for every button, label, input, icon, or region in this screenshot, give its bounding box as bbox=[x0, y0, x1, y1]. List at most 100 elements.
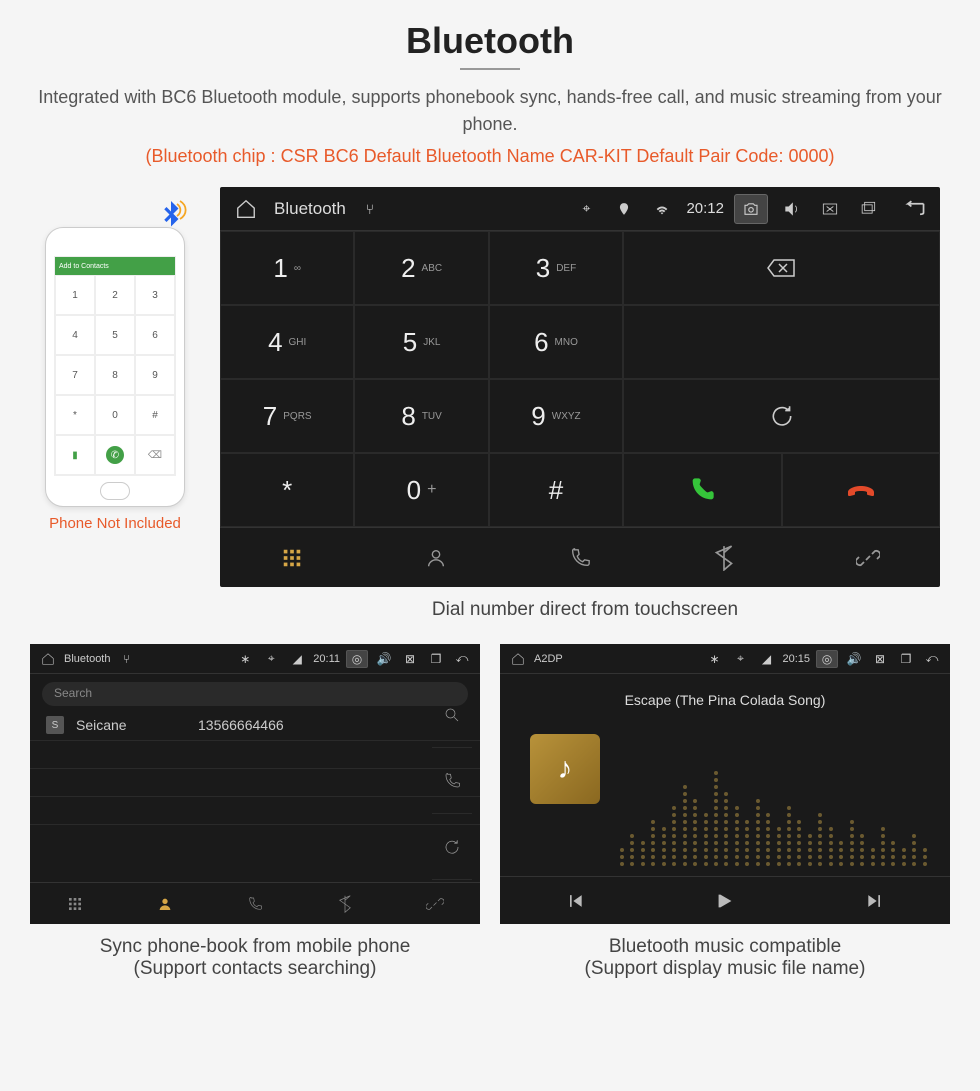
song-title: Escape (The Pina Colada Song) bbox=[500, 692, 950, 708]
music-controls bbox=[500, 876, 950, 924]
play-pause-button[interactable] bbox=[650, 877, 800, 924]
phone-caption: Phone Not Included bbox=[30, 515, 200, 532]
bluetooth-signal-icon bbox=[153, 198, 189, 234]
volume-icon[interactable] bbox=[778, 195, 806, 223]
hangup-button[interactable] bbox=[782, 453, 940, 527]
call-button[interactable] bbox=[623, 453, 781, 527]
phone-key[interactable]: 5 bbox=[95, 315, 135, 355]
phonebook-statusbar: Bluetooth ⑂ ∗ ⌖ ◢ 20:11 ◎ 🔊 ⊠ ❐ ⤺ bbox=[30, 644, 480, 674]
phone-screen: Add to Contacts 1 2 3 4 5 6 7 8 9 * 0 # … bbox=[54, 256, 176, 476]
close-icon[interactable] bbox=[816, 195, 844, 223]
recent-apps-icon[interactable]: ❐ bbox=[426, 649, 446, 669]
page-specs: (Bluetooth chip : CSR BC6 Default Blueto… bbox=[30, 146, 950, 167]
volume-icon[interactable]: 🔊 bbox=[844, 649, 864, 669]
phonebook-tabbar bbox=[30, 882, 480, 924]
phone-key[interactable]: 7 bbox=[55, 355, 95, 395]
tab-keypad[interactable] bbox=[220, 528, 364, 587]
key-5[interactable]: 5JKL bbox=[354, 305, 488, 379]
phone-key[interactable]: 4 bbox=[55, 315, 95, 355]
key-2[interactable]: 2ABC bbox=[354, 231, 488, 305]
location-icon: ⌖ bbox=[730, 649, 750, 669]
contact-row-empty bbox=[30, 741, 480, 769]
phonebook-caption: Sync phone-book from mobile phone (Suppo… bbox=[30, 936, 480, 980]
volume-icon[interactable]: 🔊 bbox=[374, 649, 394, 669]
refresh-icon[interactable] bbox=[432, 814, 472, 880]
key-0[interactable]: 0+ bbox=[354, 453, 488, 527]
phonebook-time: 20:11 bbox=[313, 653, 340, 665]
tab-contacts[interactable] bbox=[120, 883, 210, 924]
wifi-icon bbox=[648, 195, 676, 223]
back-icon[interactable]: ⤺ bbox=[452, 649, 472, 669]
back-icon[interactable] bbox=[900, 195, 928, 223]
phone-key[interactable]: 9 bbox=[135, 355, 175, 395]
dialer-caption: Dial number direct from touchscreen bbox=[220, 599, 950, 621]
page-description: Integrated with BC6 Bluetooth module, su… bbox=[30, 84, 950, 138]
tab-recents[interactable] bbox=[210, 883, 300, 924]
phone-key[interactable]: 0 bbox=[95, 395, 135, 435]
page-header: Bluetooth Integrated with BC6 Bluetooth … bbox=[0, 0, 980, 177]
redial-button[interactable] bbox=[623, 379, 940, 453]
phone-key[interactable]: 8 bbox=[95, 355, 135, 395]
phone-backspace-icon[interactable]: ⌫ bbox=[135, 435, 175, 475]
page-title: Bluetooth bbox=[30, 20, 950, 62]
tab-contacts[interactable] bbox=[364, 528, 508, 587]
location-icon: ⌖ bbox=[261, 649, 281, 669]
back-icon[interactable]: ⤺ bbox=[922, 649, 942, 669]
phone-mockup: Add to Contacts 1 2 3 4 5 6 7 8 9 * 0 # … bbox=[45, 227, 185, 507]
phonebook-title: Bluetooth bbox=[64, 653, 110, 665]
backspace-button[interactable] bbox=[623, 231, 940, 305]
phone-video-icon[interactable]: ▮ bbox=[55, 435, 95, 475]
close-icon[interactable]: ⊠ bbox=[870, 649, 890, 669]
tab-link[interactable] bbox=[390, 883, 480, 924]
wifi-icon: ◢ bbox=[287, 649, 307, 669]
tab-bluetooth[interactable] bbox=[300, 883, 390, 924]
key-6[interactable]: 6MNO bbox=[489, 305, 623, 379]
camera-icon[interactable] bbox=[734, 194, 768, 224]
key-4[interactable]: 4GHI bbox=[220, 305, 354, 379]
phonebook-side-actions bbox=[432, 682, 472, 880]
tab-recents[interactable] bbox=[508, 528, 652, 587]
key-7[interactable]: 7PQRS bbox=[220, 379, 354, 453]
close-icon[interactable]: ⊠ bbox=[400, 649, 420, 669]
phone-key[interactable]: 1 bbox=[55, 275, 95, 315]
dialer-tabbar bbox=[220, 527, 940, 587]
phone-key[interactable]: * bbox=[55, 395, 95, 435]
phone-key[interactable]: 2 bbox=[95, 275, 135, 315]
phone-key[interactable]: # bbox=[135, 395, 175, 435]
wifi-icon: ◢ bbox=[756, 649, 776, 669]
home-icon[interactable] bbox=[508, 649, 528, 669]
location-icon bbox=[610, 195, 638, 223]
equalizer-visualization bbox=[620, 724, 930, 866]
phone-key[interactable]: 6 bbox=[135, 315, 175, 355]
tab-link[interactable] bbox=[796, 528, 940, 587]
tab-keypad[interactable] bbox=[30, 883, 120, 924]
contact-row[interactable]: S Seicane 13566664466 bbox=[30, 710, 480, 741]
call-icon[interactable] bbox=[432, 748, 472, 814]
key-3[interactable]: 3DEF bbox=[489, 231, 623, 305]
key-star[interactable]: * bbox=[220, 453, 354, 527]
dialer-statusbar: Bluetooth ⑂ ⌖ 20:12 bbox=[220, 187, 940, 231]
music-body: Escape (The Pina Colada Song) ♪ bbox=[500, 674, 950, 876]
prev-track-button[interactable] bbox=[500, 877, 650, 924]
phonebook-body: Search S Seicane 13566664466 bbox=[30, 674, 480, 882]
recent-apps-icon[interactable] bbox=[854, 195, 882, 223]
search-input[interactable]: Search bbox=[42, 682, 468, 706]
phone-call-icon[interactable]: ✆ bbox=[95, 435, 135, 475]
search-icon[interactable] bbox=[432, 682, 472, 748]
tab-bluetooth[interactable] bbox=[652, 528, 796, 587]
key-8[interactable]: 8TUV bbox=[354, 379, 488, 453]
recent-apps-icon[interactable]: ❐ bbox=[896, 649, 916, 669]
phone-keypad: 1 2 3 4 5 6 7 8 9 * 0 # ▮ ✆ ⌫ bbox=[55, 275, 175, 475]
camera-icon[interactable]: ◎ bbox=[816, 650, 838, 668]
phone-home-button[interactable] bbox=[100, 482, 130, 500]
key-1[interactable]: 1∞ bbox=[220, 231, 354, 305]
key-hash[interactable]: # bbox=[489, 453, 623, 527]
next-track-button[interactable] bbox=[800, 877, 950, 924]
dialer-time: 20:12 bbox=[686, 200, 724, 217]
home-icon[interactable] bbox=[38, 649, 58, 669]
camera-icon[interactable]: ◎ bbox=[346, 650, 368, 668]
phone-key[interactable]: 3 bbox=[135, 275, 175, 315]
phone-column: Add to Contacts 1 2 3 4 5 6 7 8 9 * 0 # … bbox=[30, 187, 200, 532]
home-icon[interactable] bbox=[232, 195, 260, 223]
key-9[interactable]: 9WXYZ bbox=[489, 379, 623, 453]
